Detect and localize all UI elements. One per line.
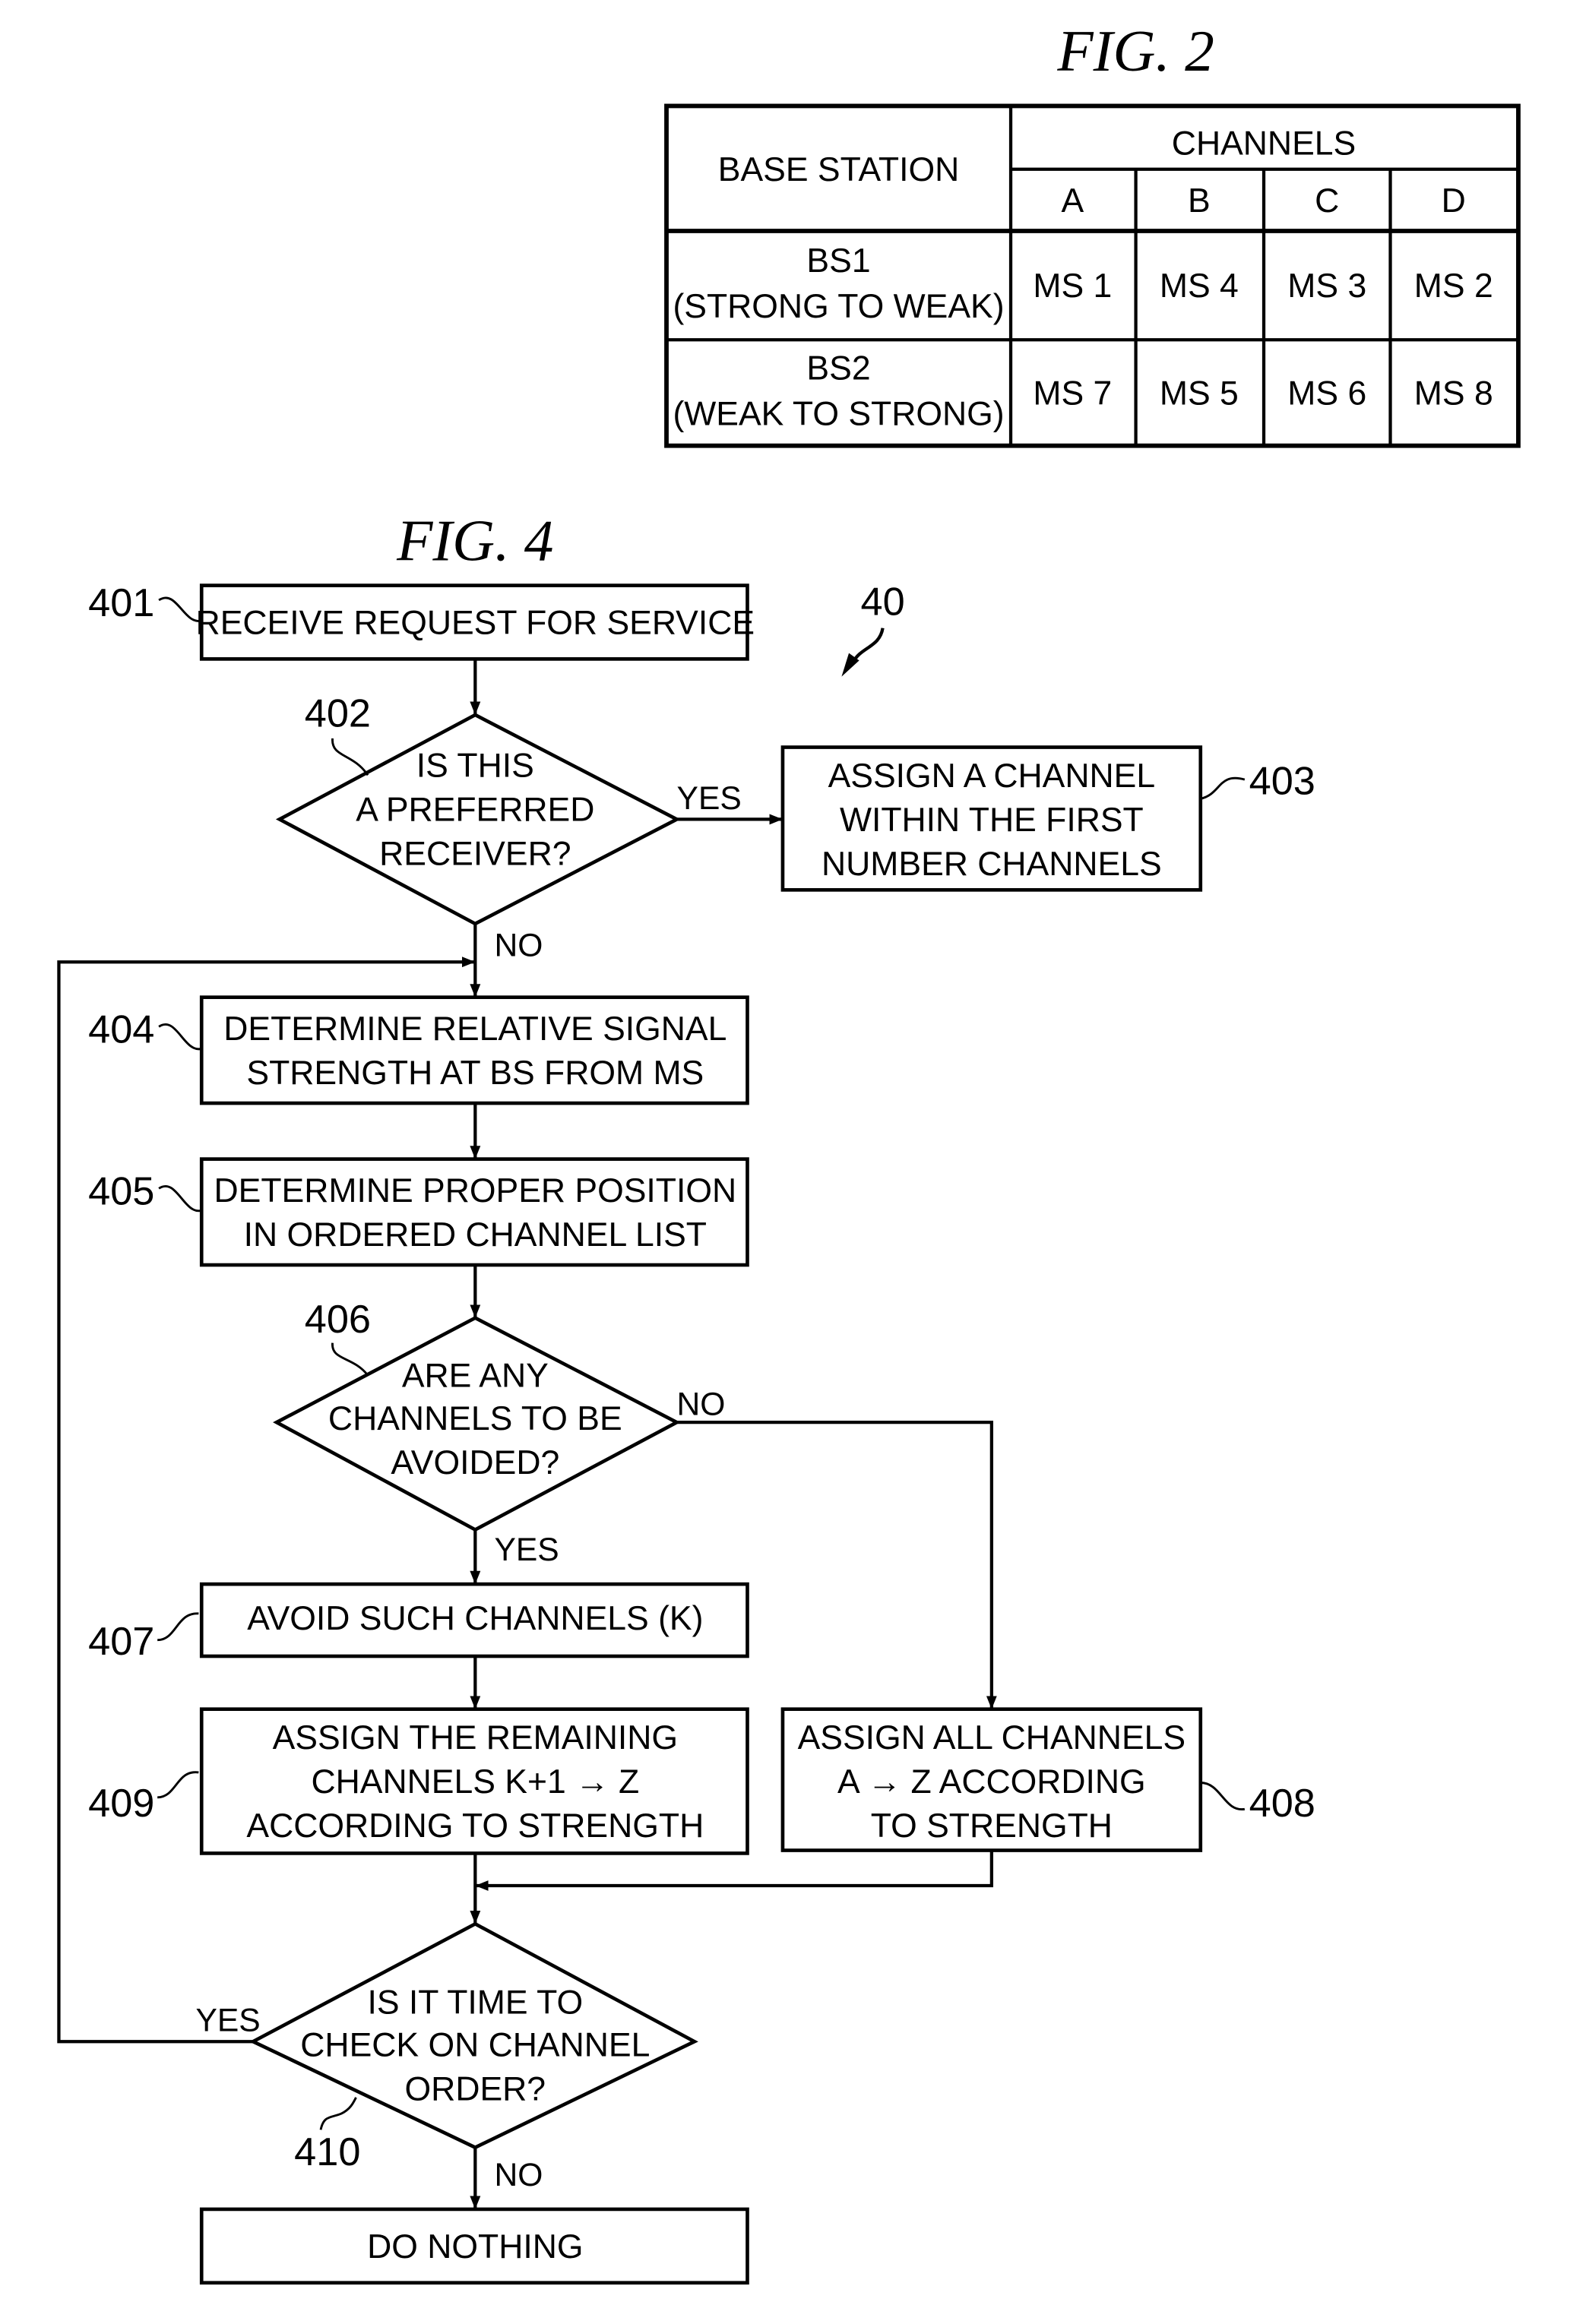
step-text: NUMBER CHANNELS (821, 846, 1162, 883)
step-text: ORDER? (405, 2071, 546, 2108)
step-404-determine-signal-strength: DETERMINE RELATIVE SIGNAL STRENGTH AT BS… (88, 995, 749, 1105)
table-cell: MS 1 (1033, 267, 1112, 305)
fig4-title: FIG. 4 (396, 508, 553, 574)
step-do-nothing: DO NOTHING (199, 2207, 749, 2285)
step-ref: 403 (1249, 760, 1315, 804)
step-401-receive-request: RECEIVE REQUEST FOR SERVICE 401 (88, 581, 755, 661)
table-cell: MS 7 (1033, 375, 1112, 412)
leader-line (1200, 776, 1246, 800)
branch-label-yes: YES (195, 2003, 260, 2039)
step-text: ASSIGN ALL CHANNELS (798, 1719, 1186, 1756)
row-order: (WEAK TO STRONG) (673, 396, 1004, 433)
row-station: BS1 (806, 242, 870, 280)
leader-line (331, 1342, 369, 1377)
step-ref: 410 (294, 2130, 360, 2174)
table-cell: MS 6 (1287, 375, 1366, 412)
table-cell: MS 4 (1160, 267, 1239, 305)
leader-line (331, 738, 369, 776)
step-text: DETERMINE PROPER POSITION (214, 1172, 737, 1209)
step-410-check-channel-order-decision: IS IT TIME TO CHECK ON CHANNEL ORDER? 41… (249, 1921, 698, 2174)
step-text: A PREFERRED (356, 791, 594, 828)
table-col-header: B (1188, 182, 1211, 220)
step-text: CHANNELS K+1 → Z (311, 1763, 639, 1801)
step-ref: 401 (88, 581, 154, 625)
step-text: ARE ANY (402, 1358, 549, 1395)
step-text: TO STRENGTH (871, 1807, 1113, 1845)
connector-406-408 (676, 1421, 997, 1709)
step-text: CHANNELS TO BE (328, 1400, 622, 1437)
table-row: BS1 (STRONG TO WEAK) MS 1 MS 4 MS 3 MS 2 (673, 242, 1493, 325)
branch-label-no: NO (494, 2157, 543, 2193)
table-row: BS2 (WEAK TO STRONG) MS 7 MS 5 MS 6 MS 8 (673, 350, 1493, 433)
step-text: RECEIVER? (379, 835, 571, 872)
step-text: IS IT TIME TO (367, 1984, 583, 2021)
step-ref: 408 (1249, 1782, 1315, 1826)
step-text: ASSIGN A CHANNEL (828, 757, 1155, 795)
step-403-assign-channel-first: ASSIGN A CHANNEL WITHIN THE FIRST NUMBER… (780, 745, 1315, 892)
table-col-header: D (1442, 182, 1466, 220)
step-text: CHECK ON CHANNEL (300, 2027, 650, 2064)
leader-line (1200, 1782, 1246, 1810)
step-text: AVOID SUCH CHANNELS (K) (247, 1600, 703, 1637)
step-ref: 405 (88, 1170, 154, 1214)
ref-pointer-arrow (851, 628, 885, 663)
patent-drawing-sheet: FIG. 2 BASE STATION CHANNELS A B C D BS1… (57, 18, 1521, 2285)
table-cell: MS 2 (1414, 267, 1493, 305)
step-409-assign-remaining: ASSIGN THE REMAINING CHANNELS K+1 → Z AC… (88, 1707, 749, 1855)
row-station: BS2 (806, 350, 870, 387)
step-text: DETERMINE RELATIVE SIGNAL (223, 1010, 727, 1048)
step-407-avoid-channels: AVOID SUCH CHANNELS (K) 407 (88, 1582, 749, 1664)
channel-assignment-table: BASE STATION CHANNELS A B C D BS1 (STRON… (664, 103, 1521, 448)
table-header-channels: CHANNELS (1172, 125, 1356, 162)
table-col-header: C (1315, 182, 1339, 220)
table-cell: MS 3 (1287, 267, 1366, 305)
step-text: WITHIN THE FIRST (840, 802, 1144, 839)
step-text: STRENGTH AT BS FROM MS (246, 1054, 704, 1092)
leader-line (158, 1185, 202, 1213)
step-ref: 409 (88, 1782, 154, 1826)
step-text: IS THIS (416, 747, 534, 784)
step-402-preferred-receiver-decision: IS THIS A PREFERRED RECEIVER? 402 (275, 691, 681, 926)
step-ref: 402 (305, 691, 371, 735)
table-header-base-station: BASE STATION (718, 151, 959, 188)
step-text: A → Z ACCORDING (837, 1763, 1146, 1801)
fig2: FIG. 2 BASE STATION CHANNELS A B C D BS1… (664, 18, 1521, 448)
table-cell: MS 5 (1160, 375, 1239, 412)
branch-label-yes: YES (494, 1532, 559, 1568)
flowchart-ref-label: 40 (861, 580, 905, 624)
leader-line (157, 1612, 199, 1642)
step-text: DO NOTHING (367, 2228, 583, 2266)
leader-line (158, 1023, 202, 1051)
connector-410-loop-back (57, 956, 476, 2044)
table-cell: MS 8 (1414, 375, 1493, 412)
connector-408-merge (475, 1850, 993, 1891)
row-order: (STRONG TO WEAK) (673, 288, 1004, 325)
step-ref: 406 (305, 1298, 371, 1342)
step-text: ACCORDING TO STRENGTH (246, 1807, 704, 1845)
fig4-flowchart: FIG. 4 40 YES NO NO YES YES NO RECEIVE R… (57, 508, 1315, 2285)
step-405-determine-position: DETERMINE PROPER POSITION IN ORDERED CHA… (88, 1157, 749, 1267)
branch-label-yes: YES (677, 780, 742, 817)
leader-line (157, 1771, 199, 1799)
leader-line (319, 2097, 357, 2130)
fig2-title: FIG. 2 (1056, 18, 1214, 84)
branch-label-no: NO (494, 927, 543, 963)
step-408-assign-all-channels: ASSIGN ALL CHANNELS A → Z ACCORDING TO S… (780, 1707, 1315, 1852)
step-ref: 407 (88, 1620, 154, 1664)
step-text: AVOIDED? (391, 1444, 559, 1481)
step-text: ASSIGN THE REMAINING (273, 1719, 678, 1756)
step-406-channels-to-avoid-decision: ARE ANY CHANNELS TO BE AVOIDED? 406 (273, 1298, 681, 1532)
table-col-header: A (1061, 182, 1084, 220)
step-text: RECEIVE REQUEST FOR SERVICE (196, 604, 755, 641)
step-ref: 404 (88, 1008, 154, 1052)
branch-label-no: NO (677, 1386, 726, 1422)
step-text: IN ORDERED CHANNEL LIST (244, 1216, 707, 1254)
